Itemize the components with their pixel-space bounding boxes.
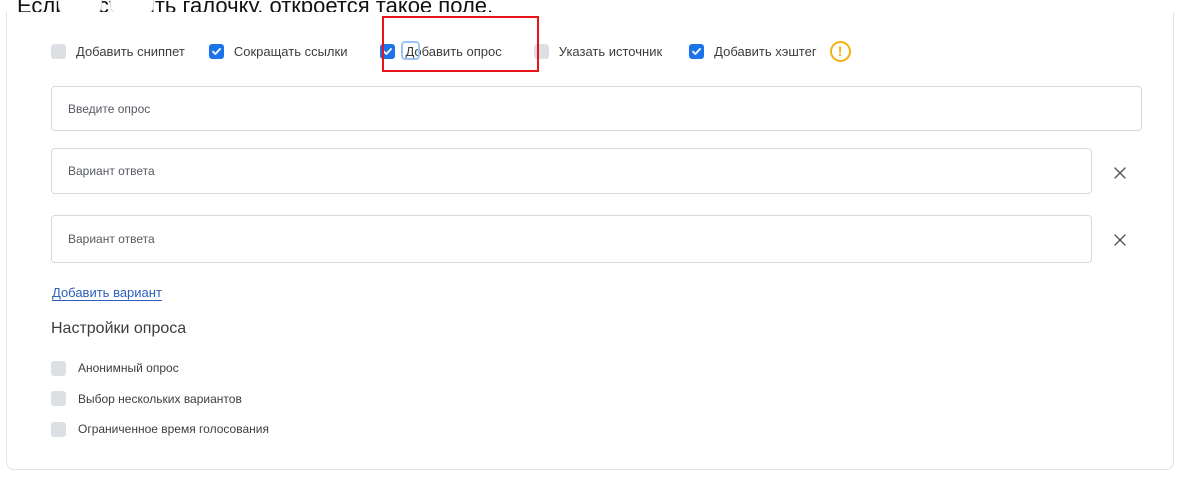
checkbox[interactable]: [51, 43, 66, 59]
option-shorten-links[interactable]: Сокращать ссылки: [208, 43, 348, 59]
setting-label: Выбор нескольких вариантов: [78, 391, 242, 406]
close-icon[interactable]: [1113, 233, 1127, 247]
poll-question-input[interactable]: [68, 101, 1141, 116]
option-label: Добавить сниппет: [76, 43, 185, 59]
setting-limited-time[interactable]: Ограниченное время голосования: [51, 421, 269, 437]
answer-option-input[interactable]: [68, 164, 1091, 178]
checkbox[interactable]: [51, 421, 66, 437]
option-specify-source[interactable]: Указать источник: [533, 43, 663, 59]
checkbox[interactable]: [51, 360, 66, 376]
exclamation-circle-icon[interactable]: !: [829, 40, 851, 62]
poll-settings-list: Анонимный опрос Выбор нескольких вариант…: [51, 360, 269, 452]
option-label: Сокращать ссылки: [233, 43, 348, 59]
setting-label: Анонимный опрос: [78, 361, 179, 375]
answer-option-input[interactable]: [68, 232, 1091, 246]
checkbox[interactable]: [51, 391, 66, 406]
setting-multiple-choice[interactable]: Выбор нескольких вариантов: [51, 391, 269, 407]
answer-option-field[interactable]: [51, 148, 1092, 194]
add-variant-link[interactable]: Добавить вариант: [52, 285, 162, 300]
poll-settings-title: Настройки опроса: [51, 320, 187, 337]
poll-question-field[interactable]: [51, 86, 1142, 131]
annotation-highlight-box: [382, 16, 539, 72]
checkbox[interactable]: [208, 43, 224, 59]
close-icon[interactable]: [1113, 166, 1127, 180]
option-add-hashtag[interactable]: Добавить хэштег: [689, 43, 817, 59]
option-label: Указать источник: [558, 43, 663, 59]
setting-anonymous-poll[interactable]: Анонимный опрос: [51, 360, 269, 376]
option-add-snippet[interactable]: Добавить сниппет: [51, 43, 185, 59]
setting-label: Ограниченное время голосования: [78, 422, 269, 436]
checkbox[interactable]: [689, 43, 705, 59]
option-label: Добавить хэштег: [714, 43, 817, 59]
answer-option-field[interactable]: [51, 215, 1092, 263]
